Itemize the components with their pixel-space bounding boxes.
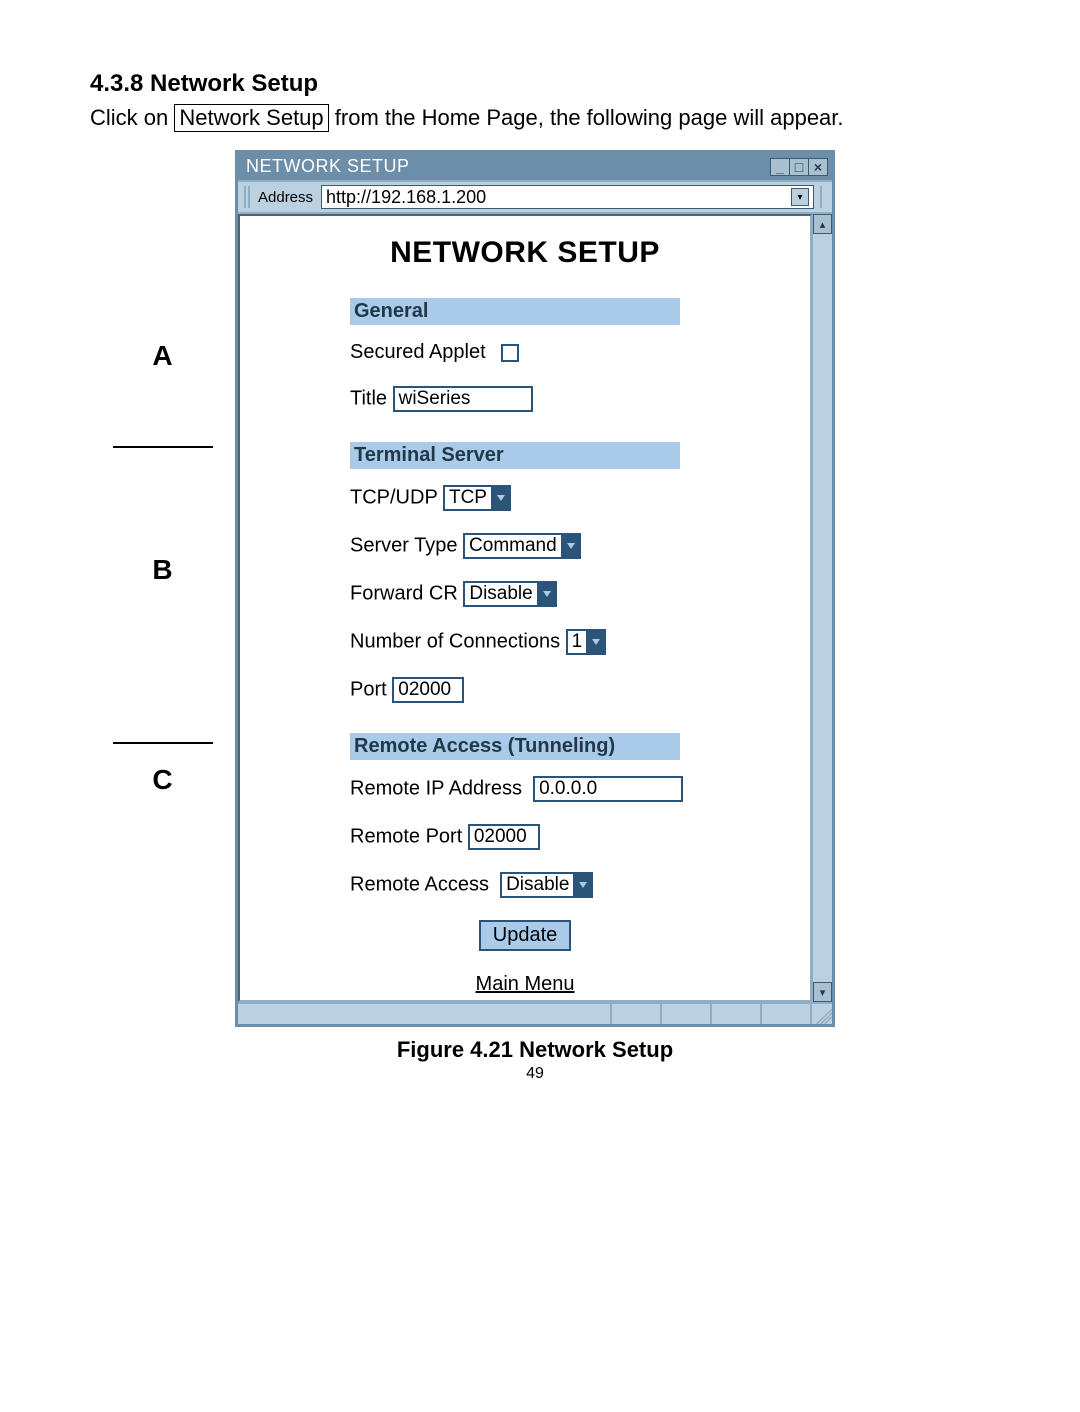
section-remote-heading: Remote Access (Tunneling) [350,733,680,760]
page-number: 49 [235,1065,835,1083]
forward-cr-select[interactable]: Disable [463,581,556,607]
forward-cr-value: Disable [465,583,536,605]
title-label: Title [350,387,387,409]
address-field[interactable]: http://192.168.1.200 ▾ [321,185,814,209]
annotation-B: B [90,554,235,586]
intro-post: from the Home Page, the following page w… [329,105,844,130]
figure-caption: Figure 4.21 Network Setup [235,1037,835,1063]
secured-applet-checkbox[interactable] [501,344,519,362]
address-value: http://192.168.1.200 [326,187,791,208]
minimize-button[interactable]: _ [770,158,790,176]
toolbar-separator-icon [820,186,826,208]
window-titlebar: NETWORK SETUP _ □ × [238,153,832,180]
scroll-down-icon[interactable]: ▾ [813,982,832,1002]
num-connections-value: 1 [568,631,587,653]
annotation-divider [113,742,213,744]
status-bar [238,1002,832,1024]
address-label: Address [256,189,315,206]
secured-applet-label: Secured Applet [350,341,486,363]
update-button[interactable]: Update [479,920,572,951]
remote-access-label: Remote Access [350,873,489,895]
section-heading: 4.3.8 Network Setup [90,70,1020,98]
server-type-select[interactable]: Command [463,533,581,559]
annotation-divider [113,446,213,448]
port-input[interactable]: 02000 [392,677,464,703]
address-dropdown-icon[interactable]: ▾ [791,188,809,206]
toolbar-grip-icon [244,186,250,208]
remote-port-label: Remote Port [350,825,462,847]
remote-ip-input[interactable]: 0.0.0.0 [533,776,683,802]
remote-ip-label: Remote IP Address [350,777,522,799]
scroll-up-icon[interactable]: ▴ [813,214,832,234]
remote-access-value: Disable [502,874,573,896]
intro-button-ref: Network Setup [174,104,328,132]
forward-cr-label: Forward CR [350,582,458,604]
intro-text: Click on Network Setup from the Home Pag… [90,104,1020,132]
section-general-heading: General [350,298,680,325]
tcpudp-label: TCP/UDP [350,486,437,508]
annotation-sidebar: A B C [90,150,235,796]
chevron-down-icon [537,583,555,605]
page-content: NETWORK SETUP General Secured Applet Tit… [238,214,812,1002]
server-type-label: Server Type [350,534,457,556]
chevron-down-icon [491,487,509,509]
title-input[interactable]: wiSeries [393,386,533,412]
resize-grip-icon[interactable] [810,1004,832,1024]
vertical-scrollbar[interactable]: ▴ ▾ [812,214,832,1002]
num-connections-label: Number of Connections [350,630,560,652]
num-connections-select[interactable]: 1 [566,629,607,655]
browser-window: NETWORK SETUP _ □ × Address http://192.1… [235,150,835,1027]
chevron-down-icon [586,631,604,653]
remote-port-input[interactable]: 02000 [468,824,540,850]
port-label: Port [350,678,387,700]
chevron-down-icon [561,535,579,557]
intro-pre: Click on [90,105,174,130]
server-type-value: Command [465,535,561,557]
tcpudp-value: TCP [445,487,491,509]
annotation-A: A [90,340,235,372]
page-title: NETWORK SETUP [240,236,810,270]
maximize-button[interactable]: □ [789,158,809,176]
address-bar: Address http://192.168.1.200 ▾ [238,180,832,214]
chevron-down-icon [573,874,591,896]
main-menu-link[interactable]: Main Menu [240,973,810,996]
tcpudp-select[interactable]: TCP [443,485,511,511]
window-title: NETWORK SETUP [246,156,410,177]
close-button[interactable]: × [808,158,828,176]
annotation-C: C [90,764,235,796]
section-terminal-heading: Terminal Server [350,442,680,469]
remote-access-select[interactable]: Disable [500,872,593,898]
